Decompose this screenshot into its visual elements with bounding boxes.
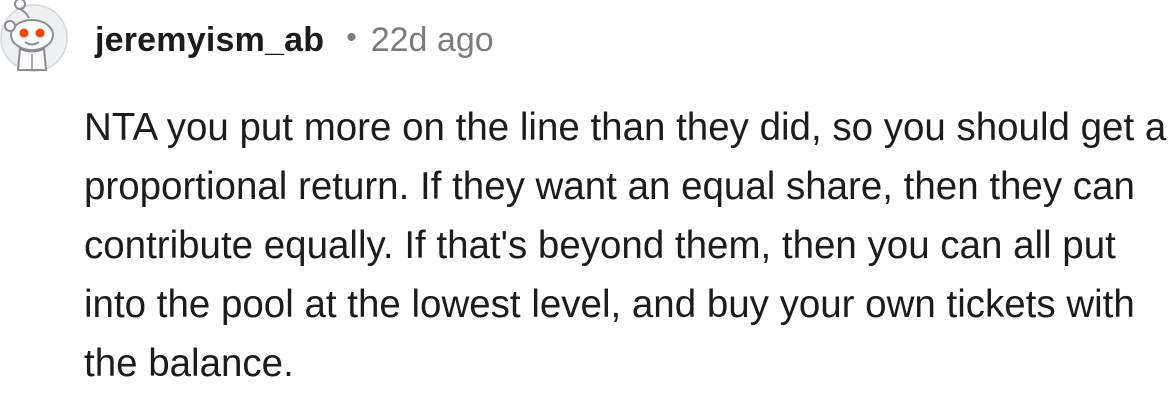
- username-link[interactable]: jeremyism_ab: [95, 21, 324, 60]
- comment-meta: jeremyism_ab • 22d ago: [95, 16, 494, 64]
- avatar[interactable]: [0, 0, 70, 74]
- timestamp[interactable]: 22d ago: [371, 21, 494, 60]
- snoo-avatar-icon: [0, 0, 68, 72]
- comment: jeremyism_ab • 22d ago NTA you put more …: [0, 0, 1171, 402]
- comment-body: NTA you put more on the line than they d…: [84, 106, 1167, 385]
- separator-dot: •: [346, 21, 357, 54]
